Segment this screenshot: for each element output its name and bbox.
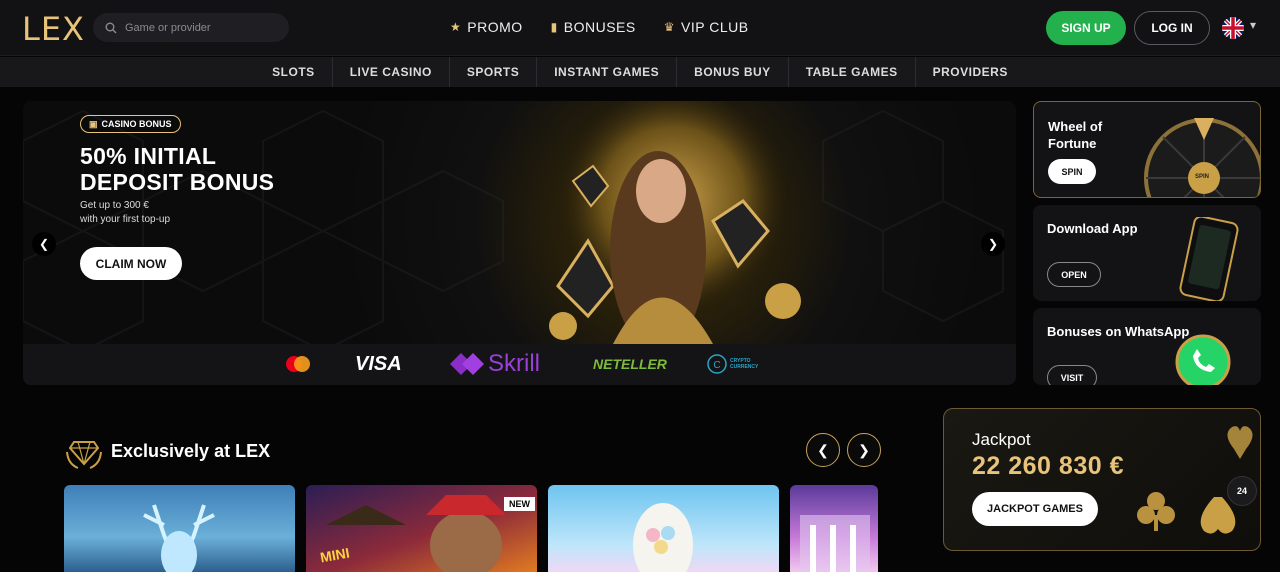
game-tile[interactable] <box>64 485 295 572</box>
game-tile[interactable] <box>548 485 779 572</box>
hero-title: 50% INITIAL DEPOSIT BONUS <box>80 143 340 195</box>
temple-illustration <box>800 515 870 572</box>
diamond-laurel-icon <box>66 441 102 469</box>
category-nav: SLOTS LIVE CASINO SPORTS INSTANT GAMES B… <box>0 57 1280 87</box>
nav-bonuses-label: BONUSES <box>563 19 636 35</box>
category-slots[interactable]: SLOTS <box>255 57 333 87</box>
hero-subtitle-line1: Get up to 300 € <box>80 200 149 211</box>
support-24-button[interactable]: 24 <box>1227 476 1257 506</box>
star-icon: ★ <box>450 20 462 34</box>
visa-logo: VISA <box>355 352 402 375</box>
crypto-logo: C CRYPTO CURRENCY <box>707 352 758 376</box>
mastercard-icon <box>284 352 312 376</box>
login-button[interactable]: LOG IN <box>1134 11 1210 45</box>
nav-promo-label: PROMO <box>467 19 523 35</box>
hero-subtitle: Get up to 300 € with your first top-up <box>80 199 240 227</box>
category-providers[interactable]: PROVIDERS <box>916 57 1025 87</box>
gift-icon: ▮ <box>550 20 558 34</box>
hero-subtitle-line2: with your first top-up <box>80 214 171 225</box>
wheel-title: Wheel of Fortune <box>1048 118 1102 152</box>
wheel-center-label: SPIN <box>1195 174 1210 180</box>
jackpot-label: Jackpot <box>972 430 1031 449</box>
skrill-label: Skrill <box>488 350 540 377</box>
uk-flag-icon[interactable] <box>1222 17 1244 39</box>
hero-illustration <box>549 101 801 344</box>
category-sports[interactable]: SPORTS <box>450 57 538 87</box>
category-live-casino[interactable]: LIVE CASINO <box>333 57 450 87</box>
svg-text:C: C <box>713 360 720 371</box>
nav-vip-club[interactable]: ♛ VIP CLUB <box>664 19 749 35</box>
jackpot-value: 22 260 830 € <box>972 452 1124 480</box>
chevron-down-icon[interactable]: ▾ <box>1250 18 1256 32</box>
nav-promo[interactable]: ★ PROMO <box>450 19 523 35</box>
crown-icon: ♛ <box>663 20 675 34</box>
jackpot-games-button[interactable]: JACKPOT GAMES <box>972 492 1098 526</box>
payment-methods: VISA Skrill NETELLER C CRYPTO CURRENCY <box>23 344 1016 385</box>
wheel-of-fortune-card[interactable]: Wheel of Fortune SPIN SPIN <box>1033 101 1261 198</box>
crypto-label: CRYPTO CURRENCY <box>730 358 758 370</box>
neteller-logo: NETELLER <box>593 356 667 372</box>
open-button[interactable]: OPEN <box>1047 262 1101 287</box>
lex-logo[interactable]: LEX <box>22 10 85 48</box>
carousel-next-button[interactable]: ❯ <box>847 433 881 467</box>
skrill-logo: Skrill <box>450 350 540 377</box>
claim-now-button[interactable]: CLAIM NOW <box>80 247 182 280</box>
crypto-label-line2: CURRENCY <box>730 364 759 370</box>
exclusive-section-title: Exclusively at LEX <box>111 441 271 461</box>
chevron-left-icon[interactable]: ❮ <box>32 232 56 256</box>
spin-button[interactable]: SPIN <box>1048 159 1096 184</box>
gift-icon: ▣ <box>89 118 98 129</box>
nav-bonuses[interactable]: ▮ BONUSES <box>551 19 636 35</box>
wheel-icon <box>1144 118 1260 197</box>
wheel-title-line2: Fortune <box>1048 136 1097 151</box>
whatsapp-icon <box>1175 334 1231 385</box>
hero-title-line2: DEPOSIT BONUS <box>80 169 275 195</box>
hero-banner[interactable]: ▣ CASINO BONUS 50% INITIAL DEPOSIT BONUS … <box>23 101 1016 385</box>
hero-title-line1: 50% INITIAL <box>80 143 217 169</box>
category-bonus-buy[interactable]: BONUS BUY <box>677 57 789 87</box>
casino-bonus-badge: ▣ CASINO BONUS <box>80 115 181 133</box>
download-app-card[interactable]: Download App OPEN <box>1033 205 1261 301</box>
search-icon <box>105 22 117 33</box>
carousel-prev-button[interactable]: ❮ <box>806 433 840 467</box>
new-badge: NEW <box>504 497 535 511</box>
search-input[interactable] <box>125 21 275 34</box>
phone-icon <box>1179 217 1239 301</box>
wheel-title-line1: Wheel of <box>1048 119 1103 134</box>
chevron-right-icon[interactable]: ❯ <box>981 232 1005 256</box>
stag-illustration <box>143 504 215 572</box>
signup-button[interactable]: SIGN UP <box>1046 11 1126 45</box>
whatsapp-card[interactable]: Bonuses on WhatsApp VISIT <box>1033 308 1261 385</box>
whatsapp-title: Bonuses on WhatsApp <box>1047 324 1190 339</box>
badge-label: CASINO BONUS <box>101 119 172 129</box>
game-tile[interactable] <box>790 485 878 572</box>
download-app-title: Download App <box>1047 221 1138 236</box>
nav-vip-label: VIP CLUB <box>681 19 749 35</box>
jackpot-card: Jackpot 22 260 830 € JACKPOT GAMES <box>943 408 1261 551</box>
game-tile[interactable]: MINI NEW <box>306 485 537 572</box>
support-label: 24 <box>1236 486 1247 496</box>
top-nav: ★ PROMO ▮ BONUSES ♛ VIP CLUB <box>450 19 749 35</box>
visit-button[interactable]: VISIT <box>1047 365 1097 385</box>
top-header: LEX ★ PROMO ▮ BONUSES ♛ VIP CLUB SIGN UP LO… <box>0 0 1280 56</box>
category-instant-games[interactable]: INSTANT GAMES <box>537 57 678 87</box>
search-box[interactable] <box>93 13 289 42</box>
egg-illustration <box>633 503 693 572</box>
category-table-games[interactable]: TABLE GAMES <box>789 57 916 87</box>
